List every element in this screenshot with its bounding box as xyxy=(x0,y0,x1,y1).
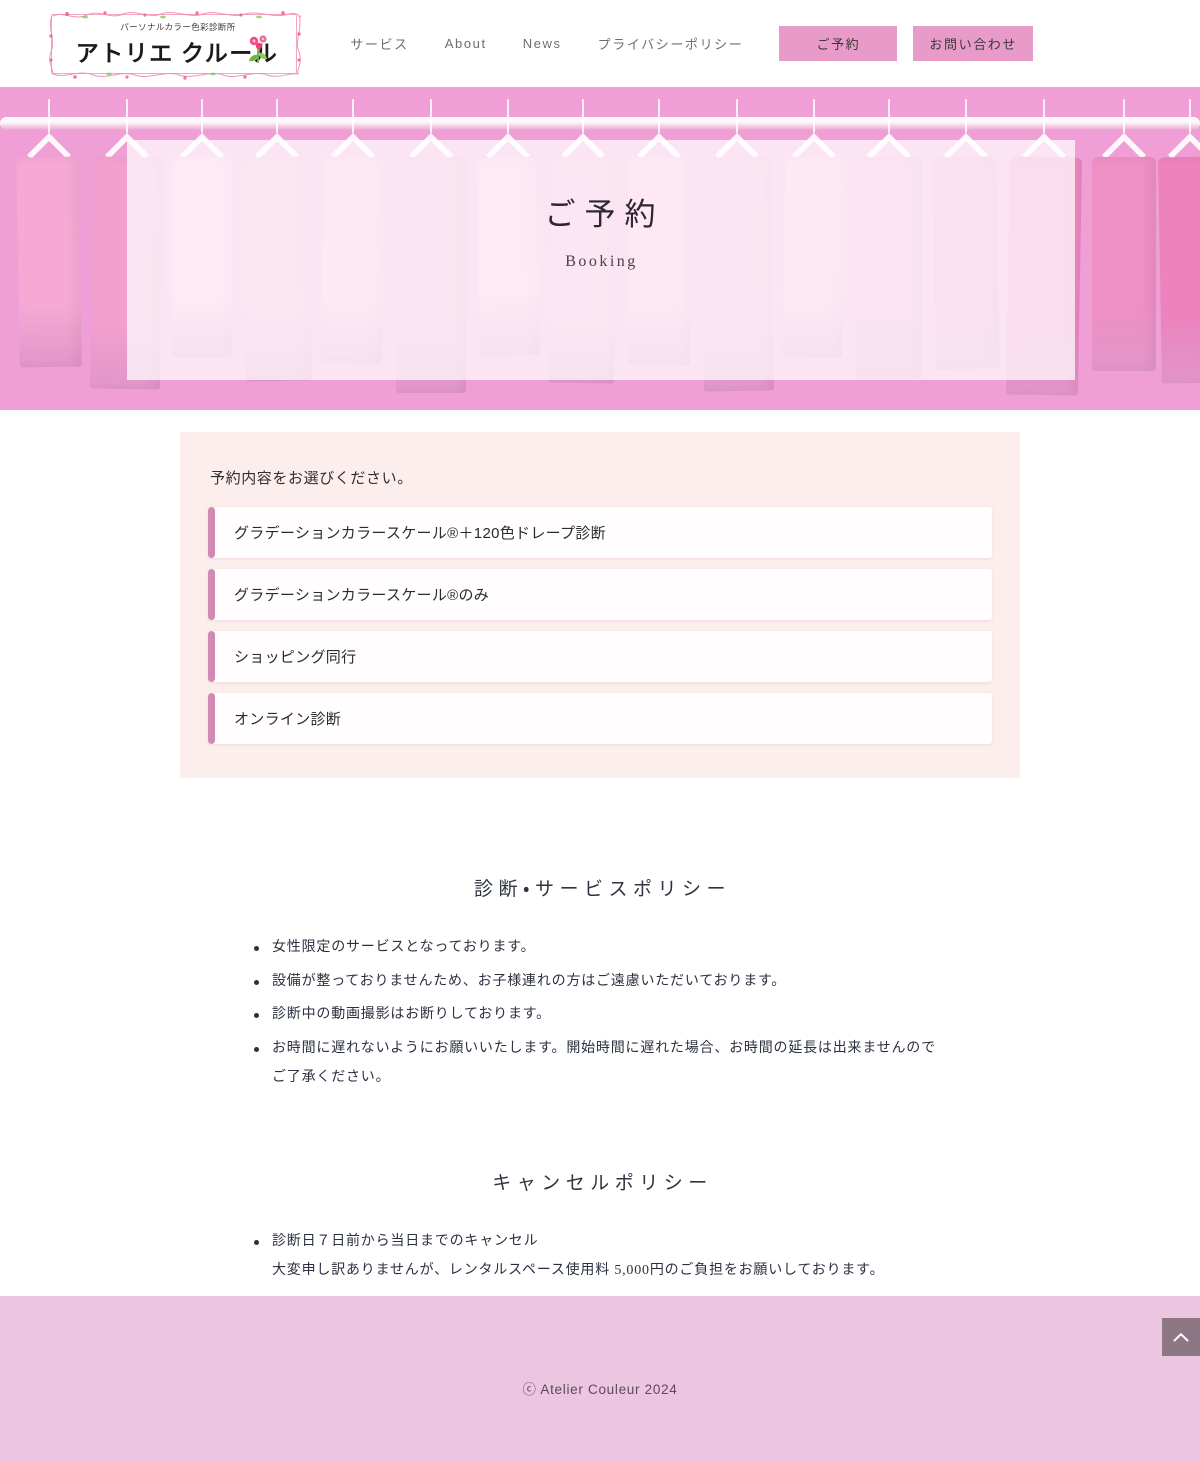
site-footer: ⓒ Atelier Couleur 2024 xyxy=(0,1296,1200,1462)
service-policy-block: 診断・サービスポリシー 女性限定のサービスとなっております。 設備が整っておりま… xyxy=(0,874,1200,1092)
booking-option-label: グラデーションカラースケール®のみ xyxy=(234,587,490,604)
nav-link-news[interactable]: News xyxy=(523,30,562,57)
cancellation-policy-list: 診断日７日前から当日までのキャンセル 大変申し訳ありませんが、レンタルスペース使… xyxy=(250,1228,950,1285)
policy-list-item: 設備が整っておりませんため、お子様連れの方はご遠慮いただいております。 xyxy=(250,968,950,997)
booking-option-card[interactable]: ショッピング同行 xyxy=(208,631,992,682)
booking-option-card[interactable]: グラデーションカラースケール®＋120色ドレープ診断 xyxy=(208,507,992,558)
policies-section: 診断・サービスポリシー 女性限定のサービスとなっております。 設備が整っておりま… xyxy=(0,778,1200,1331)
booking-section: 予約内容をお選びください。 グラデーションカラースケール®＋120色ドレープ診断… xyxy=(0,410,1200,778)
page-title: ご予約 xyxy=(544,197,665,232)
policy-item-text: 女性限定のサービスとなっております。 xyxy=(272,940,536,955)
site-header: パーソナルカラー色彩診断所 アトリエ クルール サービス About News … xyxy=(0,0,1200,87)
nav-link-service[interactable]: サービス xyxy=(350,28,408,59)
policy-item-text: お時間に遅れないようにお願いいたします。開始時間に遅れた場合、お時間の延長は出来… xyxy=(272,1041,936,1085)
site-logo[interactable]: パーソナルカラー色彩診断所 アトリエ クルール xyxy=(45,8,305,80)
service-policy-title: 診断・サービスポリシー xyxy=(474,879,731,900)
booking-option-label: ショッピング同行 xyxy=(234,649,357,666)
nav-link-about[interactable]: About xyxy=(445,30,487,57)
policy-list-item: 診断日７日前から当日までのキャンセル 大変申し訳ありませんが、レンタルスペース使… xyxy=(250,1228,950,1285)
rose-flower-icon xyxy=(249,34,267,63)
policy-item-text: 診断中の動画撮影はお断りしております。 xyxy=(272,1007,551,1023)
hero-title-group: ご予約 Booking xyxy=(0,189,1200,271)
policy-item-text: 設備が整っておりませんため、お子様連れの方はご遠慮いただいております。 xyxy=(272,973,787,989)
booking-heading: 予約内容をお選びください。 xyxy=(210,470,413,487)
policy-item-text: 診断日７日前から当日までのキャンセル xyxy=(272,1234,539,1250)
booking-option-label: グラデーションカラースケール®＋120色ドレープ診断 xyxy=(234,525,606,542)
policy-list-item: 診断中の動画撮影はお断りしております。 xyxy=(250,1001,950,1030)
cancellation-policy-block: キャンセルポリシー 診断日７日前から当日までのキャンセル 大変申し訳ありませんが… xyxy=(0,1168,1200,1285)
chevron-up-icon xyxy=(1173,1332,1189,1341)
booking-option-card[interactable]: オンライン診断 xyxy=(208,693,992,744)
booking-panel: 予約内容をお選びください。 グラデーションカラースケール®＋120色ドレープ診断… xyxy=(180,432,1020,778)
booking-button[interactable]: ご予約 xyxy=(779,26,898,61)
booking-option-label: オンライン診断 xyxy=(234,711,342,728)
nav-link-privacy-policy[interactable]: プライバシーポリシー xyxy=(598,28,744,59)
booking-option-list: グラデーションカラースケール®＋120色ドレープ診断 グラデーションカラースケー… xyxy=(208,507,992,744)
policy-list-item: お時間に遅れないようにお願いいたします。開始時間に遅れた場合、お時間の延長は出来… xyxy=(250,1035,950,1092)
hero-banner: ご予約 Booking xyxy=(0,87,1200,410)
page-subtitle: Booking xyxy=(565,253,638,270)
booking-option-card[interactable]: グラデーションカラースケール®のみ xyxy=(208,569,992,620)
scroll-to-top-button[interactable] xyxy=(1162,1318,1200,1356)
cancellation-policy-title: キャンセルポリシー xyxy=(492,1173,713,1195)
policy-list-item: 女性限定のサービスとなっております。 xyxy=(250,934,950,963)
contact-button[interactable]: お問い合わせ xyxy=(913,26,1033,61)
main-navigation: サービス About News プライバシーポリシー ご予約 お問い合わせ xyxy=(350,26,1200,61)
policy-item-subtext: 大変申し訳ありませんが、レンタルスペース使用料 5,000円のご負担をお願いして… xyxy=(272,1263,885,1279)
service-policy-list: 女性限定のサービスとなっております。 設備が整っておりませんため、お子様連れの方… xyxy=(250,934,950,1092)
footer-copyright: ⓒ Atelier Couleur 2024 xyxy=(522,1382,678,1397)
